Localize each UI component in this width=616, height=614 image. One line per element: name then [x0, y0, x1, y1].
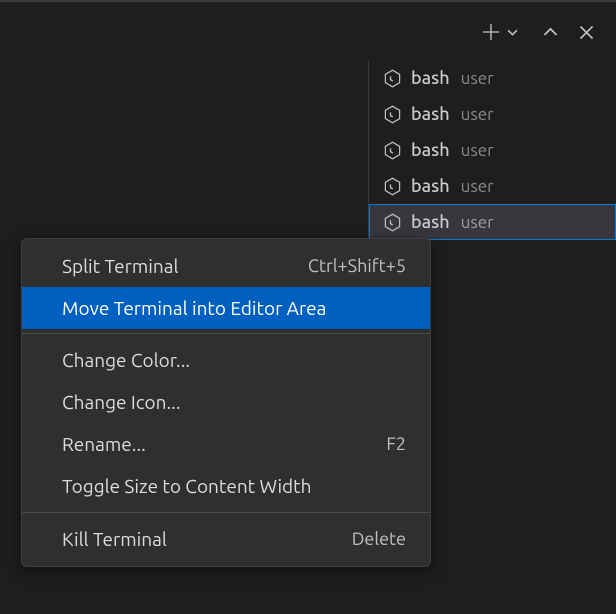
menu-label: Change Color... — [62, 349, 190, 371]
maximize-panel-button[interactable] — [538, 20, 562, 44]
bash-icon — [383, 69, 402, 88]
terminal-tab[interactable]: bash user — [369, 132, 616, 168]
terminal-user: user — [461, 105, 494, 124]
terminal-tab[interactable]: bash user — [369, 96, 616, 132]
terminal-list: bash user bash user bash user bash user … — [368, 60, 616, 240]
menu-label: Change Icon... — [62, 391, 181, 413]
terminal-name: bash — [411, 104, 450, 124]
terminal-tab[interactable]: bash user — [369, 60, 616, 96]
terminal-tab[interactable]: bash user — [369, 204, 616, 240]
bash-icon — [383, 105, 402, 124]
terminal-name: bash — [411, 176, 450, 196]
terminal-user: user — [461, 141, 494, 160]
chevron-up-icon — [542, 24, 559, 41]
terminal-name: bash — [411, 212, 450, 232]
terminal-user: user — [461, 177, 494, 196]
new-terminal-dropdown-button[interactable] — [502, 20, 522, 44]
menu-change-color[interactable]: Change Color... — [22, 339, 430, 381]
menu-separator — [22, 512, 430, 513]
menu-label: Rename... — [62, 433, 146, 455]
terminal-user: user — [461, 69, 494, 88]
terminal-name: bash — [411, 68, 450, 88]
plus-icon — [481, 22, 501, 42]
close-panel-button[interactable] — [574, 20, 598, 44]
chevron-down-icon — [506, 26, 519, 39]
terminal-context-menu: Split Terminal Ctrl+Shift+5 Move Termina… — [21, 238, 431, 567]
bash-icon — [383, 213, 402, 232]
new-terminal-button[interactable] — [480, 20, 502, 44]
menu-move-to-editor-area[interactable]: Move Terminal into Editor Area — [22, 287, 430, 329]
menu-label: Move Terminal into Editor Area — [62, 297, 326, 319]
terminal-tab[interactable]: bash user — [369, 168, 616, 204]
bash-icon — [383, 141, 402, 160]
menu-kill-terminal[interactable]: Kill Terminal Delete — [22, 518, 430, 560]
menu-label: Toggle Size to Content Width — [62, 475, 312, 497]
bash-icon — [383, 177, 402, 196]
terminal-user: user — [461, 213, 494, 232]
menu-toggle-size[interactable]: Toggle Size to Content Width — [22, 465, 430, 507]
menu-label: Kill Terminal — [62, 528, 167, 550]
terminal-name: bash — [411, 140, 450, 160]
terminal-toolbar — [480, 20, 598, 44]
menu-label: Split Terminal — [62, 255, 178, 277]
menu-rename[interactable]: Rename... F2 — [22, 423, 430, 465]
menu-shortcut: Ctrl+Shift+5 — [308, 256, 406, 276]
close-icon — [578, 24, 595, 41]
menu-split-terminal[interactable]: Split Terminal Ctrl+Shift+5 — [22, 245, 430, 287]
menu-separator — [22, 333, 430, 334]
menu-shortcut: F2 — [386, 434, 406, 454]
menu-shortcut: Delete — [352, 529, 406, 549]
menu-change-icon[interactable]: Change Icon... — [22, 381, 430, 423]
